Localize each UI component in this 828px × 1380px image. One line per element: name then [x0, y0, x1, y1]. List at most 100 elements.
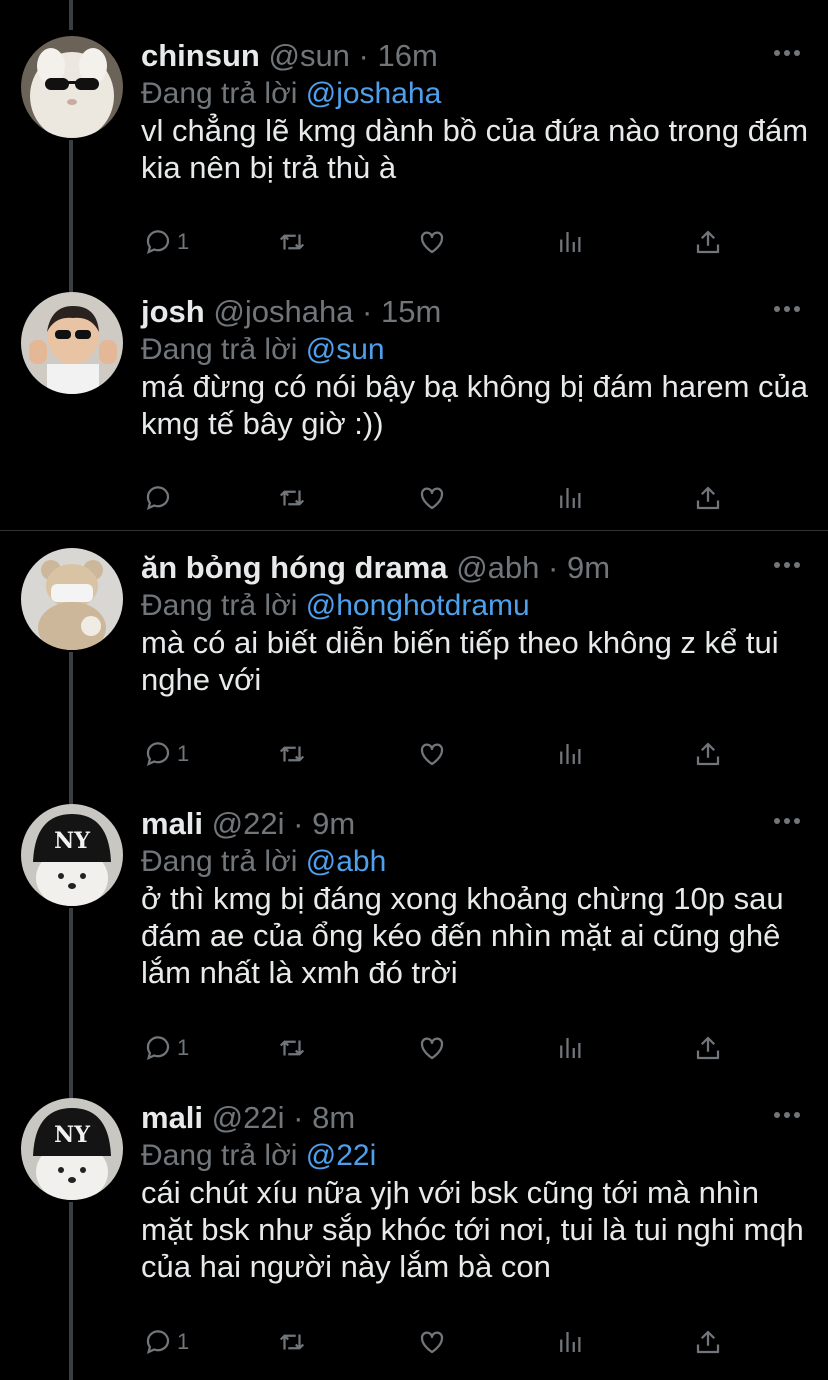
author-handle[interactable]: @22i: [212, 1100, 285, 1135]
tweet-header: ăn bỏng hóng drama @abh · 9m: [141, 548, 610, 588]
tweet[interactable]: ăn bỏng hóng drama @abh · 9m Đang trả lờ…: [0, 548, 828, 778]
tweet-header: mali @22i · 9m: [141, 804, 355, 844]
timestamp[interactable]: 9m: [567, 550, 610, 585]
share-button[interactable]: [693, 738, 723, 770]
retweet-button[interactable]: [277, 482, 307, 514]
replying-to-mention[interactable]: @22i: [306, 1139, 377, 1172]
share-button[interactable]: [693, 1032, 723, 1064]
like-button[interactable]: [417, 1032, 447, 1064]
reply-button[interactable]: 1: [143, 226, 189, 258]
author-name[interactable]: ăn bỏng hóng drama: [141, 550, 448, 585]
share-icon: [696, 1036, 720, 1060]
retweet-button[interactable]: [277, 226, 307, 258]
reply-button[interactable]: [143, 482, 177, 514]
analytics-button[interactable]: [555, 226, 585, 258]
replying-to: Đang trả lời @joshaha: [141, 74, 441, 114]
replying-to-label: Đang trả lời: [141, 1139, 298, 1172]
more-icon[interactable]: [774, 818, 800, 826]
tweet-header: josh @joshaha · 15m: [141, 292, 441, 332]
replying-to-mention[interactable]: @joshaha: [306, 77, 442, 110]
share-icon: [696, 230, 720, 254]
author-handle[interactable]: @22i: [212, 806, 285, 841]
share-button[interactable]: [693, 226, 723, 258]
replying-to-mention[interactable]: @sun: [306, 333, 385, 366]
author-name[interactable]: mali: [141, 1100, 203, 1135]
avatar-baby-image: [21, 292, 123, 394]
replying-to-label: Đang trả lời: [141, 589, 298, 622]
timestamp[interactable]: 15m: [381, 294, 441, 329]
analytics-button[interactable]: [555, 1326, 585, 1358]
avatar-cat-image: [21, 36, 123, 138]
author-handle[interactable]: @abh: [456, 550, 539, 585]
avatar[interactable]: NY: [21, 804, 123, 906]
like-icon: [420, 1037, 444, 1060]
author-name[interactable]: chinsun: [141, 38, 260, 73]
tweet[interactable]: chinsun @sun · 16m Đang trả lời @joshaha…: [0, 36, 828, 276]
tweet[interactable]: NY mali @22i · 8m Đang trả lời @22i cái …: [0, 1098, 828, 1374]
thread-line-top: [69, 0, 73, 30]
retweet-icon: [279, 1040, 305, 1056]
replying-to: Đang trả lời @honghotdramu: [141, 586, 530, 626]
share-button[interactable]: [693, 1326, 723, 1358]
timestamp[interactable]: 16m: [378, 38, 438, 73]
timestamp[interactable]: 8m: [312, 1100, 355, 1135]
analytics-icon: [560, 1038, 581, 1058]
author-handle[interactable]: @sun: [268, 38, 349, 73]
separator-dot: ·: [293, 1100, 304, 1135]
retweet-icon: [279, 490, 305, 506]
thread-divider: [0, 530, 828, 531]
analytics-button[interactable]: [555, 482, 585, 514]
like-icon: [420, 1331, 444, 1354]
share-icon: [696, 742, 720, 766]
like-button[interactable]: [417, 226, 447, 258]
more-icon[interactable]: [774, 562, 800, 570]
replying-to-mention[interactable]: @honghotdramu: [306, 589, 530, 622]
like-button[interactable]: [417, 738, 447, 770]
author-handle[interactable]: @joshaha: [213, 294, 353, 329]
retweet-icon: [279, 234, 305, 250]
avatar[interactable]: NY: [21, 1098, 123, 1200]
avatar[interactable]: [21, 548, 123, 650]
retweet-button[interactable]: [277, 1032, 307, 1064]
reply-count: 1: [177, 1035, 190, 1060]
like-icon: [420, 231, 444, 254]
avatar-dog-image: NY: [21, 804, 123, 906]
replying-to-label: Đang trả lời: [141, 845, 298, 878]
tweet-actions: 1: [141, 226, 741, 258]
reply-button[interactable]: 1: [143, 1032, 189, 1064]
author-name[interactable]: mali: [141, 806, 203, 841]
timestamp[interactable]: 9m: [312, 806, 355, 841]
retweet-icon: [279, 746, 305, 762]
tweet[interactable]: NY mali @22i · 9m Đang trả lời @abh ở th…: [0, 804, 828, 1074]
share-icon: [696, 1330, 720, 1354]
retweet-button[interactable]: [277, 1326, 307, 1358]
tweet[interactable]: josh @joshaha · 15m Đang trả lời @sun má…: [0, 292, 828, 522]
more-icon[interactable]: [774, 1112, 800, 1120]
analytics-icon: [560, 1332, 581, 1352]
retweet-button[interactable]: [277, 738, 307, 770]
analytics-icon: [560, 488, 581, 508]
tweet-text: mà có ai biết diễn biến tiếp theo không …: [141, 625, 779, 697]
replying-to-mention[interactable]: @abh: [306, 845, 387, 878]
tweet-header: chinsun @sun · 16m: [141, 36, 438, 76]
like-button[interactable]: [417, 482, 447, 514]
tweet-actions: 1: [141, 738, 741, 770]
reply-button[interactable]: 1: [143, 738, 189, 770]
author-name[interactable]: josh: [141, 294, 205, 329]
tweet-actions: [141, 482, 741, 514]
retweet-icon: [279, 1334, 305, 1350]
tweet-text: cái chút xíu nữa yjh với bsk cũng tới mà…: [141, 1175, 804, 1284]
tweet-actions: 1: [141, 1032, 741, 1064]
avatar[interactable]: [21, 292, 123, 394]
share-button[interactable]: [693, 482, 723, 514]
analytics-button[interactable]: [555, 1032, 585, 1064]
reply-icon: [146, 230, 170, 254]
analytics-button[interactable]: [555, 738, 585, 770]
more-icon[interactable]: [774, 50, 800, 58]
avatar[interactable]: [21, 36, 123, 138]
reply-button[interactable]: 1: [143, 1326, 189, 1358]
more-icon[interactable]: [774, 306, 800, 314]
like-icon: [420, 743, 444, 766]
svg-text:NY: NY: [54, 828, 90, 854]
like-button[interactable]: [417, 1326, 447, 1358]
